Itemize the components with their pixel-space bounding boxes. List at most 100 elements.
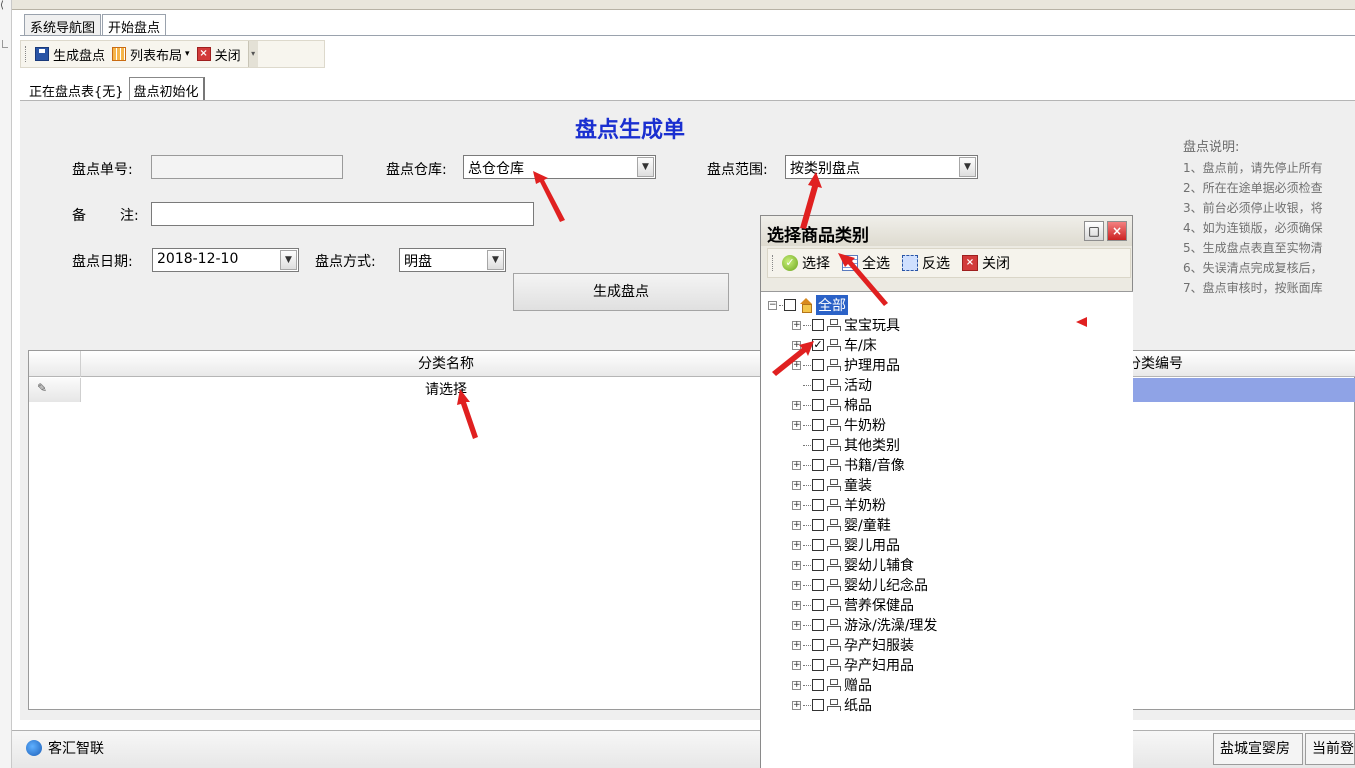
tree-item[interactable]: + 婴幼儿纪念品 <box>792 575 928 595</box>
category-checkbox[interactable] <box>812 679 824 691</box>
tree-item[interactable]: + 游泳/洗澡/理发 <box>792 615 937 635</box>
category-checkbox[interactable] <box>812 559 824 571</box>
category-checkbox[interactable] <box>812 459 824 471</box>
category-code-cell[interactable] <box>1132 378 1355 402</box>
expand-icon[interactable]: + <box>792 620 801 630</box>
order-no-field[interactable] <box>151 155 343 179</box>
tab-system-nav[interactable]: 系统导航图 <box>24 14 102 36</box>
tree-item[interactable]: 其他类别 <box>792 435 900 455</box>
tree-line <box>803 404 811 406</box>
list-layout-button[interactable]: 列表布局 ▾ <box>112 45 190 64</box>
notes-title: 盘点说明: <box>1183 140 1240 155</box>
chevron-down-icon[interactable]: ▼ <box>280 250 297 270</box>
dialog-close-button[interactable]: × 关闭 <box>962 253 1010 273</box>
expand-icon[interactable]: + <box>792 360 801 370</box>
select-button[interactable]: ✓ 选择 <box>782 253 830 273</box>
dialog-title[interactable]: 选择商品类别 <box>761 216 1132 246</box>
tree-item[interactable]: + 孕产妇用品 <box>792 655 914 675</box>
category-checkbox[interactable] <box>812 639 824 651</box>
expand-icon[interactable]: + <box>792 340 801 350</box>
category-checkbox[interactable] <box>812 599 824 611</box>
collapse-icon[interactable]: − <box>768 300 777 310</box>
tab-current-inventory[interactable]: 正在盘点表{无} <box>24 77 129 101</box>
tree-item[interactable]: + 童装 <box>792 475 872 495</box>
remark-field[interactable] <box>151 202 534 226</box>
expand-icon[interactable]: + <box>792 700 801 710</box>
category-name-cell[interactable]: 请选择 <box>81 378 811 402</box>
expand-icon[interactable]: + <box>792 560 801 570</box>
col-header-category-code[interactable]: 分类编号 <box>1127 351 1247 377</box>
expand-icon[interactable]: + <box>792 480 801 490</box>
expand-icon[interactable]: + <box>792 500 801 510</box>
tree-item[interactable]: + 婴儿用品 <box>792 535 900 555</box>
category-checkbox[interactable] <box>812 659 824 671</box>
category-checkbox[interactable] <box>812 479 824 491</box>
table-row[interactable]: ✎ 请选择 <box>29 378 1355 402</box>
maximize-icon[interactable]: □ <box>1084 221 1104 241</box>
expand-icon[interactable]: + <box>792 580 801 590</box>
category-checkbox[interactable] <box>812 699 824 711</box>
category-checkbox[interactable] <box>812 539 824 551</box>
col-header-category-name[interactable]: 分类名称 <box>81 351 811 377</box>
expand-icon[interactable]: + <box>792 640 801 650</box>
chevron-down-icon[interactable]: ▼ <box>959 157 976 177</box>
category-tree-icon <box>827 439 841 451</box>
category-label: 护理用品 <box>844 358 900 374</box>
category-checkbox[interactable] <box>812 379 824 391</box>
method-select[interactable]: 明盘 ▼ <box>399 248 506 272</box>
tree-line <box>803 584 811 586</box>
chevron-down-icon[interactable]: ▼ <box>487 250 504 270</box>
close-icon[interactable]: × <box>1107 221 1127 241</box>
chevron-down-icon[interactable]: ▼ <box>637 157 654 177</box>
tree-item[interactable]: + 婴/童鞋 <box>792 515 891 535</box>
method-value: 明盘 <box>404 254 432 270</box>
expand-icon[interactable]: + <box>792 540 801 550</box>
expand-icon[interactable]: + <box>792 320 801 330</box>
tree-item[interactable]: 活动 <box>792 375 872 395</box>
tree-item[interactable]: + 营养保健品 <box>792 595 914 615</box>
category-checkbox[interactable] <box>812 519 824 531</box>
category-checkbox[interactable] <box>812 499 824 511</box>
generate-inventory-button[interactable]: 生成盘点 <box>35 45 105 64</box>
toolbar-overflow-button[interactable]: ▾ <box>247 41 258 67</box>
category-checkbox[interactable] <box>812 419 824 431</box>
warehouse-select[interactable]: 总仓仓库 ▼ <box>463 155 656 179</box>
category-checkbox[interactable] <box>812 439 824 451</box>
generate-inventory-form-button[interactable]: 生成盘点 <box>513 273 729 311</box>
tree-root[interactable]: − 全部 <box>768 295 848 315</box>
toolbar-grip[interactable] <box>25 46 29 62</box>
category-checkbox[interactable] <box>812 399 824 411</box>
tree-item[interactable]: + 棉品 <box>792 395 872 415</box>
category-checkbox[interactable] <box>812 579 824 591</box>
tree-item[interactable]: + 宝宝玩具 <box>792 315 900 335</box>
close-button[interactable]: × 关闭 <box>196 45 241 64</box>
tree-item[interactable]: + 羊奶粉 <box>792 495 886 515</box>
tree-item[interactable]: + 纸品 <box>792 695 872 715</box>
tab-inventory-init[interactable]: 盘点初始化 <box>128 77 205 101</box>
invert-selection-button[interactable]: 反选 <box>902 253 950 273</box>
expand-icon[interactable]: + <box>792 600 801 610</box>
expand-icon[interactable]: + <box>792 400 801 410</box>
tree-item[interactable]: + 婴幼儿辅食 <box>792 555 914 575</box>
tree-item[interactable]: + 赠品 <box>792 675 872 695</box>
category-checkbox[interactable] <box>812 619 824 631</box>
root-checkbox[interactable] <box>784 299 796 311</box>
tree-item[interactable]: + 护理用品 <box>792 355 900 375</box>
scope-select[interactable]: 按类别盘点 ▼ <box>785 155 978 179</box>
tree-item[interactable]: + 牛奶粉 <box>792 415 886 435</box>
category-checkbox[interactable]: ✓ <box>812 339 824 351</box>
expand-icon[interactable]: + <box>792 520 801 530</box>
expand-icon[interactable]: + <box>792 460 801 470</box>
category-checkbox[interactable] <box>812 319 824 331</box>
date-picker[interactable]: 2018-12-10 ▼ <box>152 248 299 272</box>
expand-icon[interactable]: + <box>792 420 801 430</box>
tree-item[interactable]: + 书籍/音像 <box>792 455 905 475</box>
select-all-button[interactable]: 全选 <box>842 253 890 273</box>
category-checkbox[interactable] <box>812 359 824 371</box>
tab-start-inventory[interactable]: 开始盘点 <box>102 14 167 36</box>
toolbar-grip[interactable] <box>772 255 776 271</box>
tree-item[interactable]: + ✓ 车/床 <box>792 335 877 355</box>
expand-icon[interactable]: + <box>792 660 801 670</box>
tree-item[interactable]: + 孕产妇服装 <box>792 635 914 655</box>
expand-icon[interactable]: + <box>792 680 801 690</box>
